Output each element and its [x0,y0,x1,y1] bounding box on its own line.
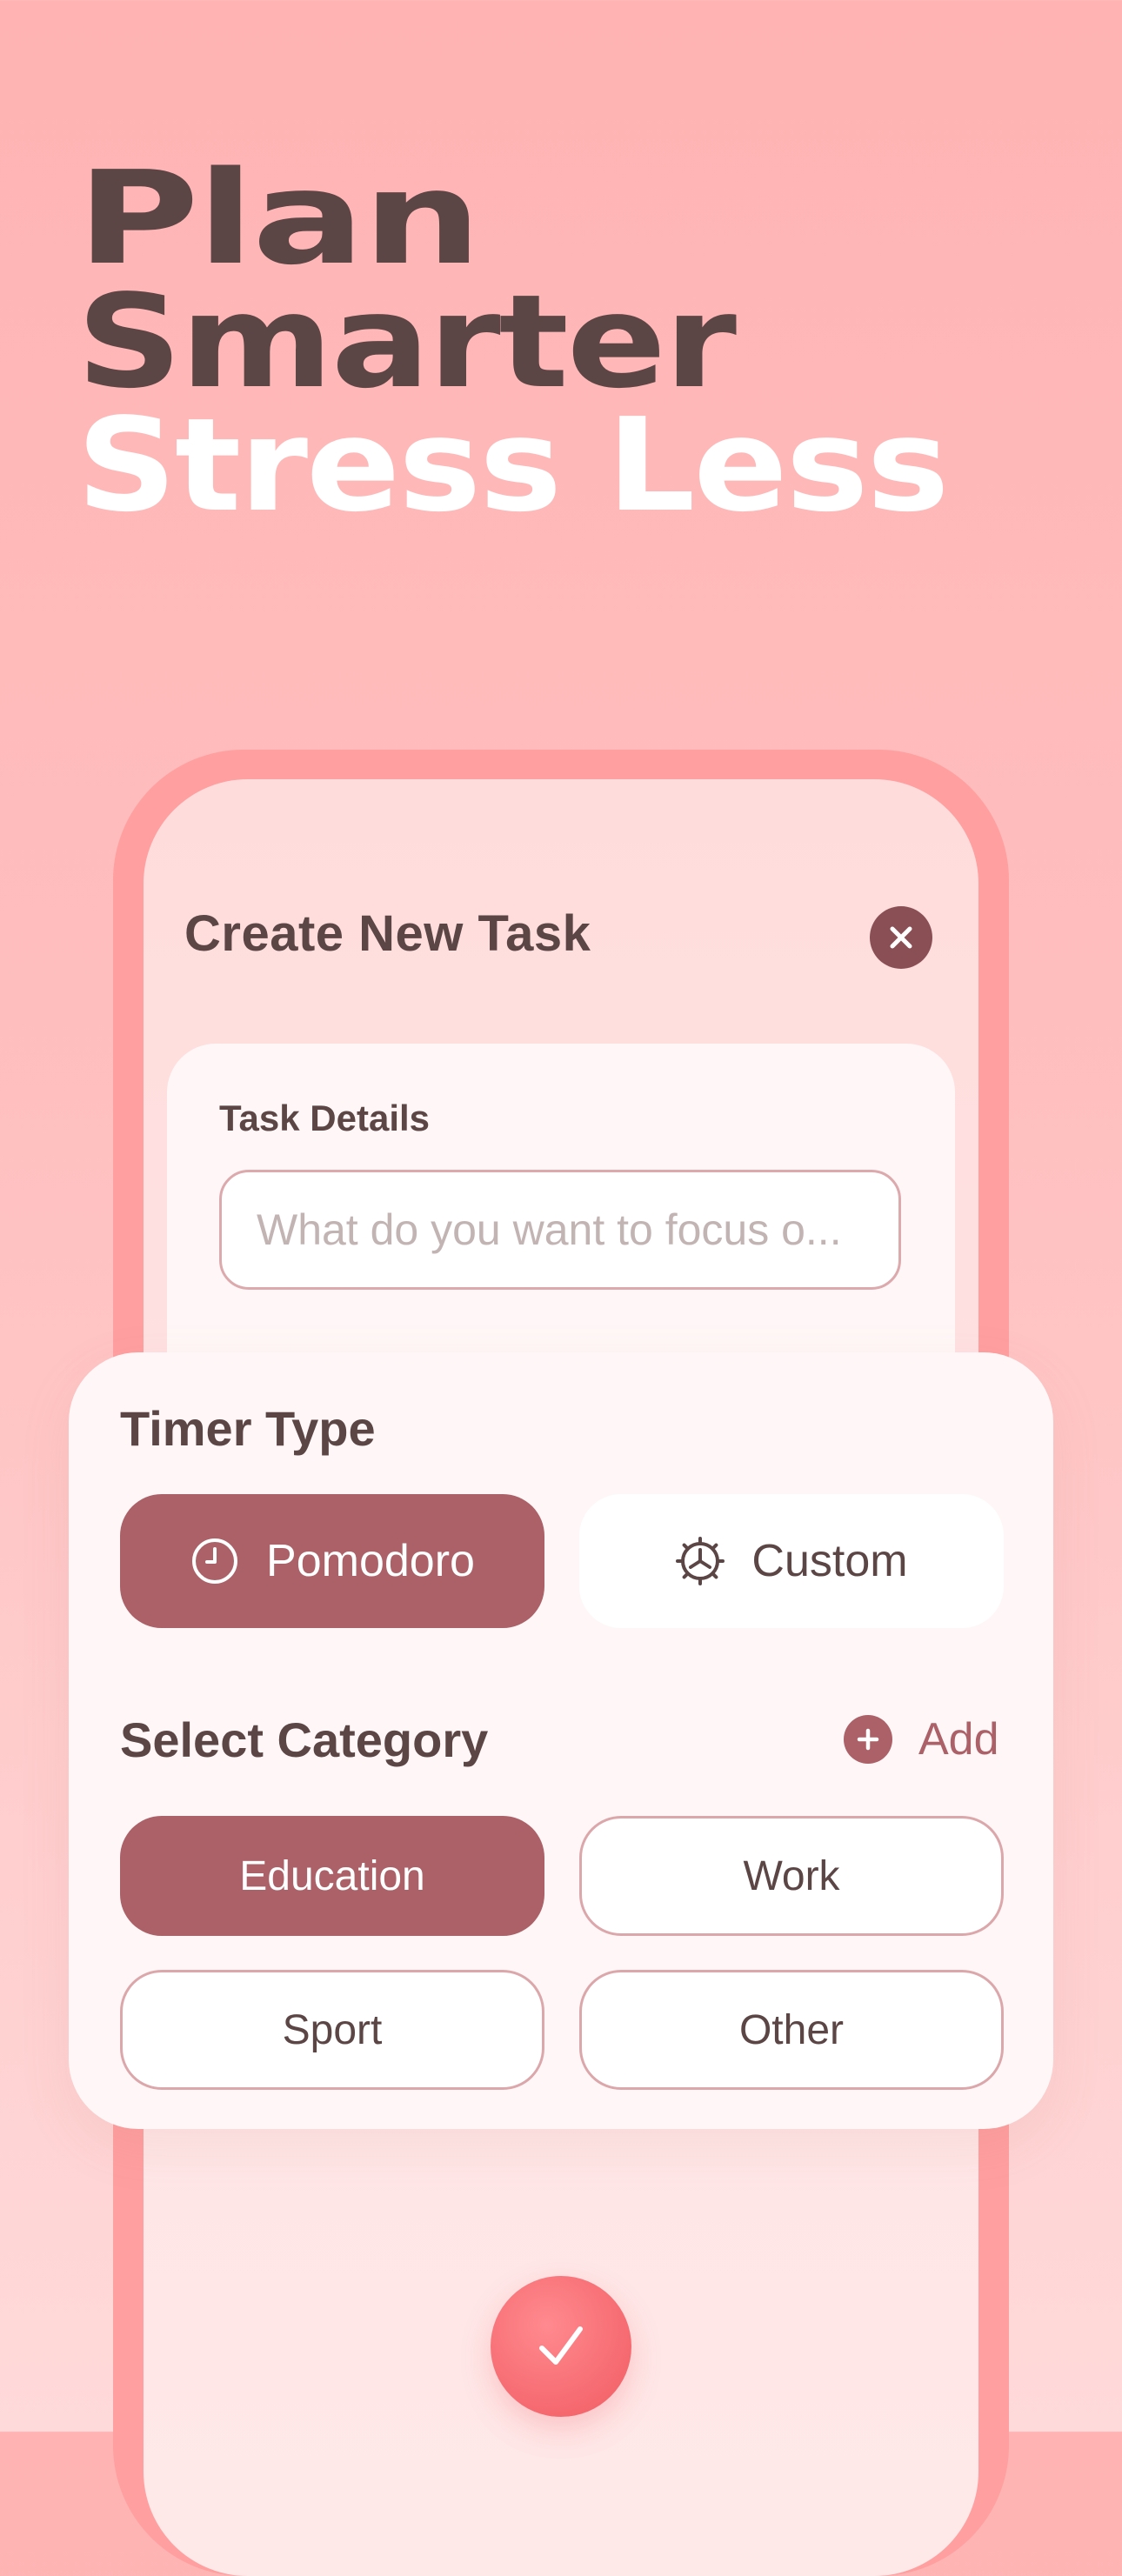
headline-line-smarter: Smarter [77,267,737,417]
confirm-button[interactable] [491,2276,631,2417]
checkmark-icon [539,2326,583,2365]
timer-type-title: Timer Type [120,1401,376,1456]
headline-line-stress-less: Stress Less [77,390,950,540]
headline-line-plan: Plan [77,143,482,293]
category-option-label: Education [239,1852,425,1899]
add-category-button[interactable]: Add [844,1713,999,1765]
plus-icon [844,1715,892,1764]
select-category-title: Select Category [120,1712,489,1767]
hero-headline: Plan Smarter Stress Less [77,154,950,530]
category-option-label: Sport [282,2006,383,2053]
category-option-label: Other [738,2006,845,2053]
category-option-other[interactable]: Other [579,1970,1004,2090]
category-option-work[interactable]: Work [579,1816,1004,1936]
clock-icon [192,1538,238,1584]
close-button[interactable] [870,906,932,969]
timer-option-custom[interactable]: Custom [579,1494,1004,1628]
category-option-education[interactable]: Education [120,1816,544,1936]
category-option-label: Work [743,1852,840,1899]
gear-icon [676,1537,725,1585]
timer-option-label: Pomodoro [266,1536,475,1586]
task-details-input[interactable] [219,1170,901,1290]
close-icon [890,926,912,949]
modal-title: Create New Task [184,905,591,962]
add-category-label: Add [918,1714,999,1765]
timer-option-label: Custom [751,1536,908,1586]
timer-option-pomodoro[interactable]: Pomodoro [120,1494,544,1628]
category-option-sport[interactable]: Sport [120,1970,544,2090]
task-details-label: Task Details [219,1098,431,1138]
